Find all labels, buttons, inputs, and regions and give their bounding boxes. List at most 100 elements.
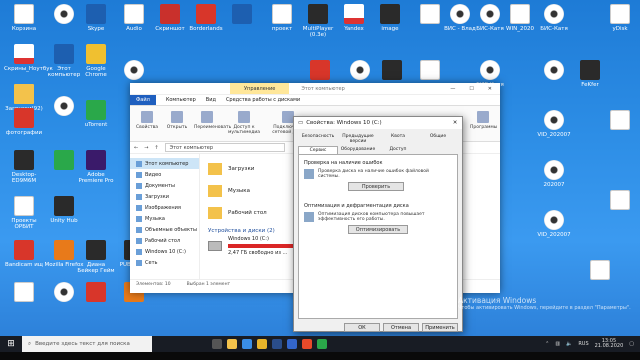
ok-button[interactable]: ОК	[344, 323, 380, 332]
up-icon[interactable]: ↑	[154, 145, 158, 151]
manage-tab[interactable]: Управление	[230, 83, 290, 94]
windows-logo-icon[interactable]: ⊞	[0, 336, 22, 352]
desktop-icon[interactable]: Диана Бейкер Гейм	[76, 240, 116, 274]
dvd-icon	[54, 4, 74, 24]
desktop-icon[interactable]: MultiPlayer (0.3e)	[298, 4, 338, 38]
dialog-tab[interactable]: Квота	[378, 133, 418, 145]
desktop-icon[interactable]: Adobe Premiere Pro	[76, 150, 116, 184]
desktop-icon[interactable]	[600, 110, 640, 132]
optimize-button[interactable]: Оптимизировать	[348, 225, 408, 234]
desktop-icon[interactable]	[76, 282, 116, 304]
desktop-icon[interactable]: yDisk	[600, 4, 640, 32]
desktop-icon[interactable]: Проекты ОРБИТ	[4, 196, 44, 230]
dialog-tab[interactable]: Оборудование	[338, 146, 378, 154]
desktop-icon[interactable]: Корзина	[4, 4, 44, 32]
desktop-icon[interactable]: проект	[262, 4, 302, 32]
desktop-icon[interactable]	[372, 60, 412, 82]
desktop-icon[interactable]	[222, 4, 262, 26]
cancel-button[interactable]: Отмена	[383, 323, 419, 332]
utorrent-icon[interactable]	[317, 339, 327, 349]
close-icon[interactable]: ✕	[448, 120, 462, 126]
item-count: Элементов: 10	[136, 282, 171, 287]
nav-item[interactable]: Документы	[130, 180, 199, 191]
desktop-icon[interactable]	[534, 60, 574, 82]
check-button[interactable]: Проверить	[348, 182, 404, 191]
desktop-icon[interactable]	[300, 60, 340, 82]
nav-item[interactable]: Загрузки	[130, 191, 199, 202]
search-box[interactable]: ⌕ Введите здесь текст для поиска	[22, 336, 152, 352]
tab-file[interactable]: Файл	[130, 95, 156, 105]
dialog-tab[interactable]: Сервис	[298, 146, 338, 154]
notification-icon[interactable]: ▢	[629, 341, 634, 347]
tab-disk-tools[interactable]: Средства работы с дисками	[226, 97, 300, 103]
nav-item[interactable]: Видео	[130, 169, 199, 180]
desktop-icon[interactable]	[600, 190, 640, 212]
nav-item[interactable]: Музыка	[130, 213, 199, 224]
store-icon[interactable]	[242, 339, 252, 349]
rename-button[interactable]: Переименовать	[194, 109, 231, 138]
desktop-icon[interactable]	[4, 282, 44, 304]
desktop-icon[interactable]: Desktop-ED9M6M	[4, 150, 44, 184]
desktop-icon[interactable]	[410, 60, 450, 82]
desktop-icon[interactable]: фотографии	[4, 108, 44, 136]
desktop-icon[interactable]: Bandicam ищ	[4, 240, 44, 268]
desktop-icon[interactable]: Unity Hub	[44, 196, 84, 224]
media-access-button[interactable]: Доступ к мультимедиа	[224, 109, 264, 138]
tab-view[interactable]: Вид	[206, 97, 216, 103]
clock[interactable]: 13:05 21.08.2020	[595, 338, 624, 350]
dialog-tab[interactable]: Доступ	[378, 146, 418, 154]
desktop-icon[interactable]: Skype	[76, 4, 116, 32]
desktop-icon[interactable]: Google Chrome	[76, 44, 116, 78]
desktop-icon[interactable]: VID_202007	[534, 110, 574, 138]
dialog-tab[interactable]: Предыдущие версии	[338, 133, 378, 145]
nav-item[interactable]: Объемные объекты	[130, 224, 199, 235]
explorer-titlebar[interactable]: Управление Этот компьютер — ☐ ✕	[130, 83, 500, 95]
desktop-icon[interactable]: 202007	[534, 160, 574, 188]
desktop-icon[interactable]: Yandex	[334, 4, 374, 32]
desktop-icon[interactable]: FeKfer	[570, 60, 610, 88]
activation-text: Чтобы активировать Windows, перейдите в …	[458, 305, 631, 311]
forward-icon[interactable]: →	[144, 145, 148, 151]
tab-computer[interactable]: Компьютер	[166, 97, 196, 103]
maximize-icon[interactable]: ☐	[469, 86, 473, 92]
programs-button[interactable]: Программы	[470, 109, 497, 138]
app-icon[interactable]	[272, 339, 282, 349]
close-icon[interactable]: ✕	[488, 86, 492, 92]
folder-icon	[136, 160, 142, 167]
minimize-icon[interactable]: —	[450, 86, 455, 92]
task-view-icon[interactable]	[212, 339, 222, 349]
nav-item[interactable]: Сеть	[130, 257, 199, 268]
desktop-icon[interactable]	[114, 60, 154, 82]
nav-item[interactable]: Этот компьютер	[130, 158, 199, 169]
desktop-icon[interactable]: Borderlands	[186, 4, 226, 32]
chrome-icon[interactable]	[257, 339, 267, 349]
desktop-icon[interactable]: БИС-Катя	[534, 4, 574, 32]
volume-icon[interactable]: 🔈	[566, 341, 572, 347]
word-icon[interactable]	[287, 339, 297, 349]
apply-button[interactable]: Применить	[422, 323, 458, 332]
chevron-up-icon[interactable]: ⌃	[545, 341, 549, 347]
desktop-icon[interactable]: image	[370, 4, 410, 32]
desktop-icon[interactable]: uTorrent	[76, 100, 116, 128]
desktop-icon[interactable]: Скрины_Ноутбук	[4, 44, 53, 72]
dialog-titlebar[interactable]: ▭ Свойства: Windows 10 (C:) ✕	[294, 117, 462, 129]
network-icon[interactable]: ▥	[555, 341, 560, 347]
file-explorer-icon[interactable]	[227, 339, 237, 349]
desktop-icon[interactable]: Audio	[114, 4, 154, 32]
desktop-icon[interactable]	[580, 260, 620, 282]
language-indicator[interactable]: RUS	[578, 341, 588, 347]
back-icon[interactable]: ←	[134, 145, 138, 151]
address-input[interactable]: Этот компьютер	[164, 143, 285, 152]
desktop-icon[interactable]: Скриншот	[150, 4, 190, 32]
properties-button[interactable]: Свойства	[134, 109, 160, 138]
drive-properties-dialog[interactable]: ▭ Свойства: Windows 10 (C:) ✕ Безопаснос…	[293, 116, 463, 332]
dialog-tab[interactable]: Безопасность	[298, 133, 338, 145]
dialog-tab[interactable]: Общие	[418, 133, 458, 145]
nav-item[interactable]: Windows 10 (C:)	[130, 246, 199, 257]
yandex-icon[interactable]	[302, 339, 312, 349]
desktop-icon-label: проект	[271, 26, 293, 32]
desktop-icon[interactable]: VID_202007	[534, 210, 574, 238]
open-button[interactable]: Открыть	[164, 109, 190, 138]
nav-item[interactable]: Изображения	[130, 202, 199, 213]
nav-item[interactable]: Рабочий стол	[130, 235, 199, 246]
